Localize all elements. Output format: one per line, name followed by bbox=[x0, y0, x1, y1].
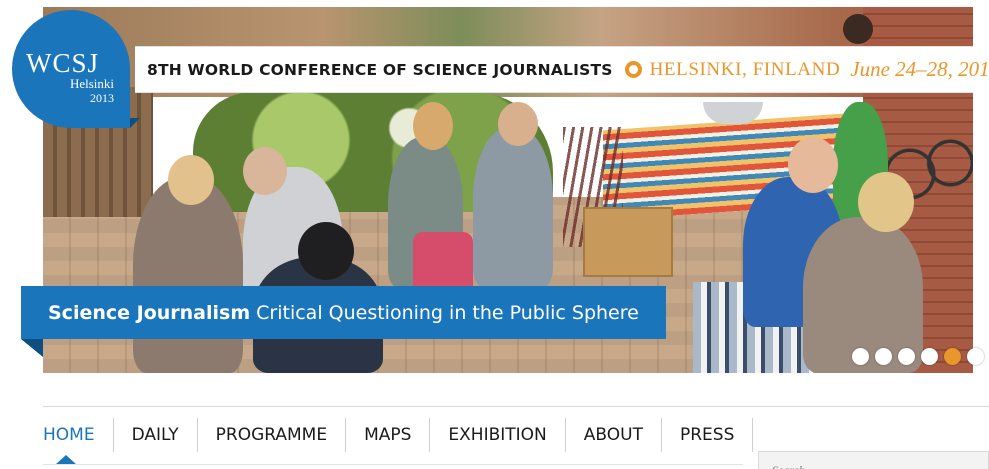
slider-dot-1[interactable] bbox=[852, 348, 869, 365]
nav-item-exhibition[interactable]: EXHIBITION bbox=[430, 418, 566, 452]
nav-item-home[interactable]: HOME bbox=[43, 418, 114, 452]
nav-item-programme[interactable]: PROGRAMME bbox=[198, 418, 347, 452]
slider-pagination bbox=[852, 348, 984, 365]
slider-dot-2[interactable] bbox=[875, 348, 892, 365]
nav-item-about[interactable]: ABOUT bbox=[566, 418, 662, 452]
nav-divider bbox=[43, 406, 989, 407]
logo-year: 2013 bbox=[90, 91, 114, 105]
nav-bottom-divider bbox=[43, 464, 743, 465]
nav-item-daily[interactable]: DAILY bbox=[114, 418, 198, 452]
tagline-fold bbox=[21, 339, 43, 357]
wcsj-logo[interactable]: WCSJ Helsinki 2013 bbox=[12, 10, 140, 128]
logo-abbreviation: WCSJ bbox=[26, 48, 100, 78]
location-marker-icon bbox=[624, 61, 642, 78]
logo-city: Helsinki bbox=[69, 76, 114, 91]
nav-item-press[interactable]: PRESS bbox=[662, 418, 754, 452]
logo-fold bbox=[130, 118, 140, 128]
slider-dot-5[interactable] bbox=[944, 348, 961, 365]
conference-header: 8TH WORLD CONFERENCE OF SCIENCE JOURNALI… bbox=[135, 46, 989, 93]
slider-dot-4[interactable] bbox=[921, 348, 938, 365]
tagline-strong: Science Journalism bbox=[48, 301, 251, 324]
slider-dot-3[interactable] bbox=[898, 348, 915, 365]
search-input[interactable] bbox=[758, 451, 989, 469]
conference-title: 8TH WORLD CONFERENCE OF SCIENCE JOURNALI… bbox=[147, 60, 613, 79]
main-nav: HOME DAILY PROGRAMME MAPS EXHIBITION ABOUT PRE… bbox=[43, 418, 754, 452]
nav-item-maps[interactable]: MAPS bbox=[346, 418, 431, 452]
tagline-rest: Critical Questioning in the Public Spher… bbox=[256, 301, 639, 324]
conference-location: HELSINKI, FINLAND bbox=[649, 58, 841, 80]
slider-dot-6[interactable] bbox=[967, 348, 984, 365]
hero-tagline: Science Journalism Critical Questioning … bbox=[21, 286, 666, 339]
conference-dates: June 24–28, 2013 bbox=[850, 57, 989, 81]
